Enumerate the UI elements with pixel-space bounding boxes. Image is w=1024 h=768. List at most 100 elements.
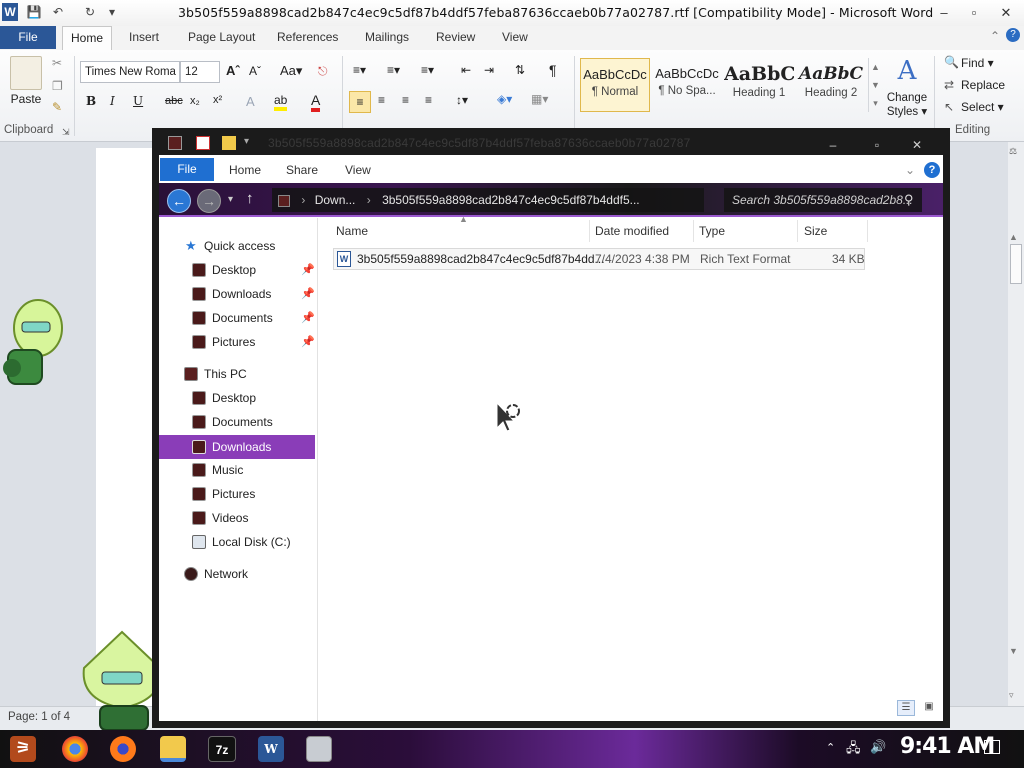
- undo-icon[interactable]: ↶: [50, 4, 66, 20]
- tab-insert[interactable]: Insert: [129, 30, 159, 44]
- network-tray-icon[interactable]: 🖧: [846, 739, 861, 761]
- explorer-minimize-button[interactable]: –: [816, 136, 850, 154]
- new-folder-icon[interactable]: [222, 136, 236, 150]
- tab-view[interactable]: View: [502, 30, 528, 44]
- italic-icon[interactable]: I: [110, 94, 115, 108]
- explorer-tab-home[interactable]: Home: [229, 163, 261, 177]
- address-bar[interactable]: › Down... › 3b505f559a8898cad2b847c4ec9c…: [272, 188, 704, 212]
- tab-references[interactable]: References: [277, 30, 338, 44]
- column-header-type[interactable]: Type: [693, 220, 798, 242]
- 7zip-icon[interactable]: 7z: [208, 736, 236, 762]
- line-spacing-icon[interactable]: ↕▾: [456, 93, 468, 107]
- nav-pc-documents[interactable]: Documents: [159, 410, 315, 434]
- redo-icon[interactable]: ↻: [82, 4, 98, 20]
- minimize-button[interactable]: –: [930, 4, 958, 22]
- tab-page-layout[interactable]: Page Layout: [188, 30, 255, 44]
- explorer-close-button[interactable]: ✕: [900, 136, 934, 154]
- copy-icon[interactable]: ❐: [52, 79, 63, 93]
- tab-mailings[interactable]: Mailings: [365, 30, 409, 44]
- decrease-indent-icon[interactable]: ⇤: [461, 63, 471, 77]
- subscript-icon[interactable]: x₂: [190, 95, 200, 107]
- multilevel-list-icon[interactable]: ≡▾: [421, 63, 434, 77]
- style-normal[interactable]: AaBbCcDc ¶ Normal: [580, 58, 650, 112]
- search-box[interactable]: Search 3b505f559a8898cad2b8...: [724, 188, 922, 212]
- file-row[interactable]: W 3b505f559a8898cad2b847c4ec9c5df87b4dd.…: [333, 248, 865, 270]
- explorer-tab-file[interactable]: File: [160, 158, 214, 181]
- column-header-date[interactable]: Date modified: [589, 220, 694, 242]
- select-button[interactable]: Select ▾: [961, 100, 1004, 114]
- change-styles-button[interactable]: Change Styles ▾: [884, 91, 930, 119]
- nav-quick-documents[interactable]: Documents 📌: [159, 306, 315, 330]
- recent-locations-icon[interactable]: ▾: [228, 194, 233, 205]
- volume-icon[interactable]: 🔊: [870, 739, 886, 755]
- nav-quick-pictures[interactable]: Pictures 📌: [159, 330, 315, 354]
- sort-icon[interactable]: ⇅: [515, 63, 525, 77]
- shading-icon[interactable]: ◈▾: [497, 92, 512, 106]
- column-header-size[interactable]: Size: [798, 220, 868, 242]
- details-view-icon[interactable]: ☰: [897, 700, 915, 716]
- paste-icon[interactable]: [10, 56, 42, 90]
- column-header-name[interactable]: Name: [330, 220, 590, 242]
- pin-icon[interactable]: 📌: [301, 282, 315, 306]
- nav-pc-videos[interactable]: Videos: [159, 506, 315, 530]
- nav-pc-desktop[interactable]: Desktop: [159, 386, 315, 410]
- nav-this-pc[interactable]: This PC: [159, 362, 315, 386]
- nav-pc-local-disk[interactable]: Local Disk (C:): [159, 530, 315, 554]
- font-color-icon[interactable]: A: [311, 92, 321, 112]
- taskbar-clock[interactable]: 9:41 AM: [900, 734, 995, 759]
- pin-icon[interactable]: 📌: [301, 306, 315, 330]
- scroll-thumb[interactable]: [1010, 244, 1022, 284]
- firefox-icon[interactable]: [110, 736, 136, 762]
- next-page-icon[interactable]: ▿: [1009, 690, 1014, 701]
- font-name-combo[interactable]: Times New Roma: [80, 61, 180, 83]
- file-explorer-icon[interactable]: [160, 736, 186, 762]
- font-size-combo[interactable]: 12: [180, 61, 220, 83]
- justify-icon[interactable]: ≡: [425, 93, 432, 107]
- format-painter-icon[interactable]: ✎: [52, 100, 62, 114]
- bullets-icon[interactable]: ≡▾: [353, 63, 366, 77]
- qat-dropdown-icon[interactable]: ▾: [244, 136, 249, 147]
- document-page[interactable]: [96, 148, 158, 706]
- grow-font-icon[interactable]: Aˆ: [226, 63, 240, 78]
- nav-quick-access[interactable]: ★ Quick access: [159, 234, 315, 258]
- word-icon[interactable]: W: [258, 736, 284, 762]
- find-button[interactable]: Find ▾: [961, 56, 994, 70]
- nav-quick-desktop[interactable]: Desktop 📌: [159, 258, 315, 282]
- shrink-font-icon[interactable]: Aˇ: [249, 64, 261, 78]
- text-effects-icon[interactable]: A: [246, 94, 255, 109]
- app-icon[interactable]: [306, 736, 332, 762]
- nav-network[interactable]: Network: [159, 562, 315, 586]
- change-case-icon[interactable]: Aa▾: [280, 63, 302, 79]
- page-count[interactable]: Page: 1 of 4: [8, 711, 70, 723]
- collapse-ribbon-icon[interactable]: ⌃: [990, 29, 1000, 43]
- superscript-icon[interactable]: x²: [213, 94, 222, 106]
- style-heading-1[interactable]: AaBbC Heading 1: [724, 58, 794, 112]
- search-icon[interactable]: ⚲: [904, 192, 914, 208]
- find-icon[interactable]: 🔍: [944, 55, 959, 69]
- up-button[interactable]: ↑: [246, 190, 254, 207]
- expand-ribbon-icon[interactable]: ⌄: [905, 163, 915, 177]
- nav-pc-downloads[interactable]: Downloads: [159, 435, 315, 459]
- tab-file[interactable]: File: [0, 26, 56, 49]
- nav-pc-pictures[interactable]: Pictures: [159, 482, 315, 506]
- tab-home[interactable]: Home: [62, 26, 112, 51]
- tray-expand-icon[interactable]: ⌃: [826, 741, 835, 754]
- start-button[interactable]: ⚞: [10, 736, 36, 762]
- show-hide-icon[interactable]: ¶: [549, 62, 557, 78]
- vertical-scrollbar[interactable]: [1008, 142, 1024, 706]
- select-icon[interactable]: ↖: [944, 100, 954, 114]
- replace-icon[interactable]: ⇄: [944, 78, 954, 92]
- chrome-icon[interactable]: [62, 736, 88, 762]
- tab-review[interactable]: Review: [436, 30, 475, 44]
- properties-icon[interactable]: [196, 136, 210, 150]
- styles-scroll-icon[interactable]: ▲ ▼ ▾: [868, 58, 882, 112]
- scroll-down-icon[interactable]: ▼: [1009, 646, 1018, 656]
- underline-icon[interactable]: U: [133, 94, 143, 108]
- notifications-icon[interactable]: [984, 740, 1000, 754]
- clear-formatting-icon[interactable]: ⎋: [318, 64, 328, 79]
- numbering-icon[interactable]: ≡▾: [387, 63, 400, 77]
- clipboard-launcher-icon[interactable]: ⇲: [62, 127, 70, 138]
- highlight-icon[interactable]: ab: [274, 93, 288, 111]
- pin-icon[interactable]: 📌: [301, 330, 315, 354]
- bold-icon[interactable]: B: [86, 94, 96, 108]
